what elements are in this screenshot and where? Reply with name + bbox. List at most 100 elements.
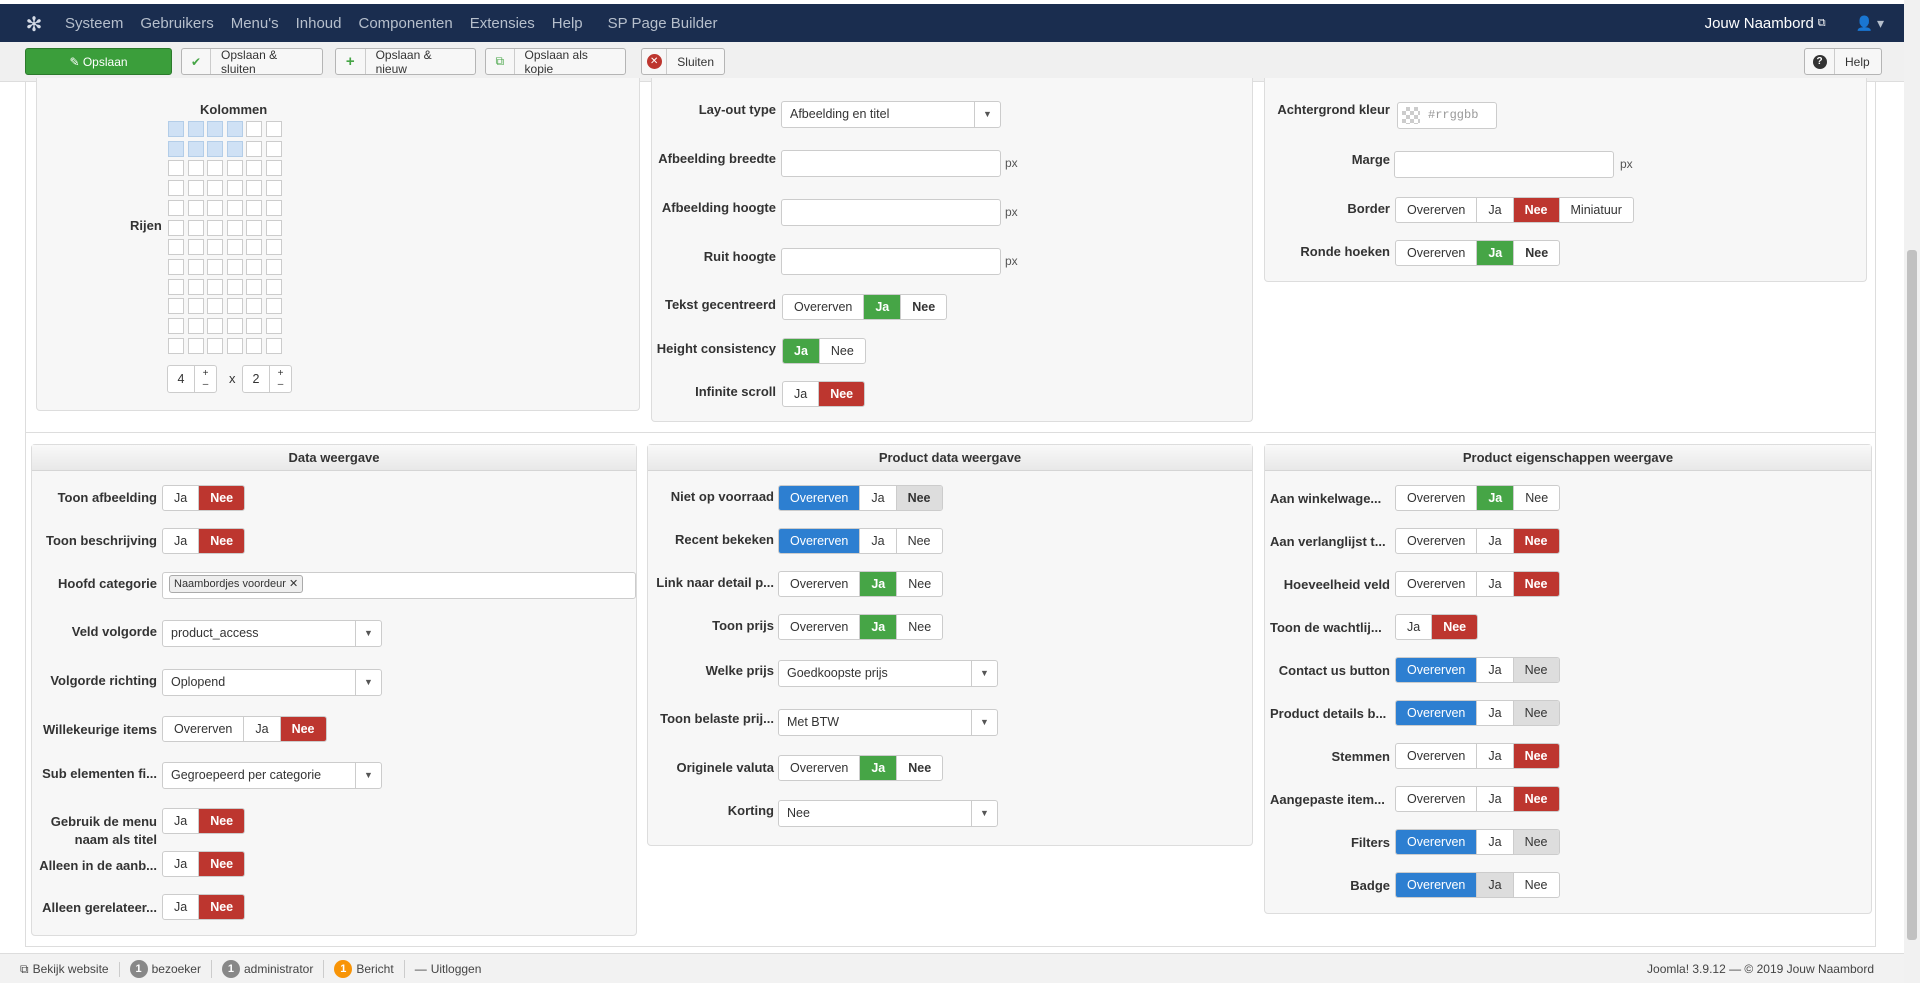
option-override[interactable]: Overerven <box>779 756 859 780</box>
waitlist-toggle[interactable]: Ja Nee <box>1395 614 1479 640</box>
messages-link[interactable]: 1 Bericht <box>324 960 405 978</box>
option-no[interactable]: Nee <box>895 529 942 553</box>
grid-cell[interactable] <box>246 337 262 354</box>
option-yes[interactable]: Ja <box>863 295 901 319</box>
grid-cell[interactable] <box>207 298 223 315</box>
show-description-toggle[interactable]: Ja Nee <box>162 528 246 554</box>
grid-cell[interactable] <box>187 121 204 137</box>
grid-cell[interactable] <box>246 199 262 216</box>
grid-cell[interactable] <box>265 180 282 197</box>
grid-cell[interactable] <box>226 140 243 157</box>
grid-cell[interactable] <box>168 160 184 177</box>
option-override[interactable]: Overerven <box>1396 787 1476 811</box>
out-of-stock-toggle[interactable]: Overerven Ja Nee <box>778 485 943 511</box>
option-override[interactable]: Overerven <box>1396 744 1476 768</box>
user-menu-icon[interactable]: 👤 ▾ <box>1856 15 1884 32</box>
option-yes[interactable]: Ja <box>1476 486 1514 510</box>
grid-cell[interactable] <box>226 199 243 216</box>
grid-cell[interactable] <box>168 258 184 275</box>
grid-cell[interactable] <box>246 160 262 177</box>
only-in-offer-toggle[interactable]: Ja Nee <box>162 851 246 877</box>
rounded-corners-toggle[interactable]: Overerven Ja Nee <box>1395 240 1561 266</box>
grid-cell[interactable] <box>207 239 223 256</box>
details-button-toggle[interactable]: Overerven Ja Nee <box>1395 700 1560 726</box>
layout-type-select[interactable]: Afbeelding en titel ▼ <box>781 101 1001 128</box>
grid-cell[interactable] <box>187 278 204 295</box>
grid-cell[interactable] <box>187 298 204 315</box>
option-yes[interactable]: Ja <box>163 852 198 876</box>
option-yes[interactable]: Ja <box>1476 787 1512 811</box>
logout-link[interactable]: — Uitloggen <box>405 962 492 976</box>
save-copy-button[interactable]: ⧉ Opslaan als kopie <box>485 48 626 76</box>
help-button[interactable]: ? Help <box>1804 48 1882 75</box>
menu-inhoud[interactable]: Inhoud <box>296 15 342 32</box>
option-yes[interactable]: Ja <box>1396 615 1431 639</box>
grid-cell[interactable] <box>265 121 282 137</box>
option-no[interactable]: Nee <box>1512 572 1559 596</box>
save-button[interactable]: ✎ Opslaan <box>25 48 172 75</box>
option-no[interactable]: Nee <box>895 486 942 510</box>
grid-cell[interactable] <box>226 239 243 256</box>
option-override[interactable]: Overerven <box>1396 241 1476 265</box>
option-override[interactable]: Overerven <box>1396 529 1476 553</box>
random-items-toggle[interactable]: Overerven Ja Nee <box>162 716 327 742</box>
grid-cell[interactable] <box>226 278 243 295</box>
grid-cell[interactable] <box>207 121 223 137</box>
option-no[interactable]: Nee <box>1512 830 1559 854</box>
option-override[interactable]: Overerven <box>1396 572 1476 596</box>
discount-select[interactable]: Nee ▼ <box>778 800 998 827</box>
option-no[interactable]: Nee <box>1512 701 1559 725</box>
grid-cell[interactable] <box>265 298 282 315</box>
page-scrollbar[interactable] <box>1904 0 1920 983</box>
grid-cell[interactable] <box>187 199 204 216</box>
grid-cell[interactable] <box>226 160 243 177</box>
menu-systeem[interactable]: Systeem <box>65 15 123 32</box>
grid-cell[interactable] <box>246 239 262 256</box>
custom-items-toggle[interactable]: Overerven Ja Nee <box>1395 786 1560 812</box>
wishlist-toggle[interactable]: Overerven Ja Nee <box>1395 528 1560 554</box>
option-override[interactable]: Overerven <box>1396 873 1477 897</box>
quantity-toggle[interactable]: Overerven Ja Nee <box>1395 571 1560 597</box>
option-no[interactable]: Nee <box>1512 658 1559 682</box>
option-no[interactable]: Nee <box>1512 529 1559 553</box>
grid-cell[interactable] <box>207 140 223 157</box>
option-no[interactable]: Nee <box>198 529 245 553</box>
option-yes[interactable]: Ja <box>1476 744 1512 768</box>
grid-cell[interactable] <box>207 318 223 334</box>
option-no[interactable]: Nee <box>1513 241 1559 265</box>
option-yes[interactable]: Ja <box>859 756 897 780</box>
grid-cell[interactable] <box>207 160 223 177</box>
grid-cell[interactable] <box>265 278 282 295</box>
option-yes[interactable]: Ja <box>859 615 897 639</box>
option-override[interactable]: Overerven <box>1396 198 1476 222</box>
option-yes[interactable]: Ja <box>783 339 819 363</box>
option-no[interactable]: Nee <box>818 339 865 363</box>
close-button[interactable]: ✕ Sluiten <box>641 48 725 75</box>
grid-cell[interactable] <box>226 258 243 275</box>
show-taxed-select[interactable]: Met BTW ▼ <box>778 709 998 736</box>
grid-height-input[interactable] <box>781 248 1001 275</box>
image-height-input[interactable] <box>781 199 1001 226</box>
bg-color-input[interactable]: #rrggbb <box>1397 102 1497 129</box>
option-yes[interactable]: Ja <box>859 486 895 510</box>
text-centered-toggle[interactable]: Overerven Ja Nee <box>782 294 948 320</box>
grid-cell[interactable] <box>226 337 243 354</box>
which-price-select[interactable]: Goedkoopste prijs ▼ <box>778 660 998 687</box>
badge-toggle[interactable]: Overerven Ja Nee <box>1395 872 1560 898</box>
grid-cell[interactable] <box>265 239 282 256</box>
cart-toggle[interactable]: Overerven Ja Nee <box>1395 485 1561 511</box>
option-override[interactable]: Overerven <box>1396 830 1477 854</box>
save-new-button[interactable]: + Opslaan & nieuw <box>335 48 476 76</box>
menu-menus[interactable]: Menu's <box>231 15 279 32</box>
menu-componenten[interactable]: Componenten <box>359 15 453 32</box>
option-override[interactable]: Overerven <box>779 486 860 510</box>
columns-plus-minus[interactable]: + – <box>194 366 216 392</box>
grid-cell[interactable] <box>246 258 262 275</box>
option-override[interactable]: Overerven <box>779 529 860 553</box>
grid-cell[interactable] <box>207 258 223 275</box>
grid-cell[interactable] <box>246 219 262 236</box>
option-yes[interactable]: Ja <box>859 529 895 553</box>
option-no[interactable]: Nee <box>1512 787 1559 811</box>
option-yes[interactable]: Ja <box>1476 701 1512 725</box>
grid-cell[interactable] <box>187 258 204 275</box>
